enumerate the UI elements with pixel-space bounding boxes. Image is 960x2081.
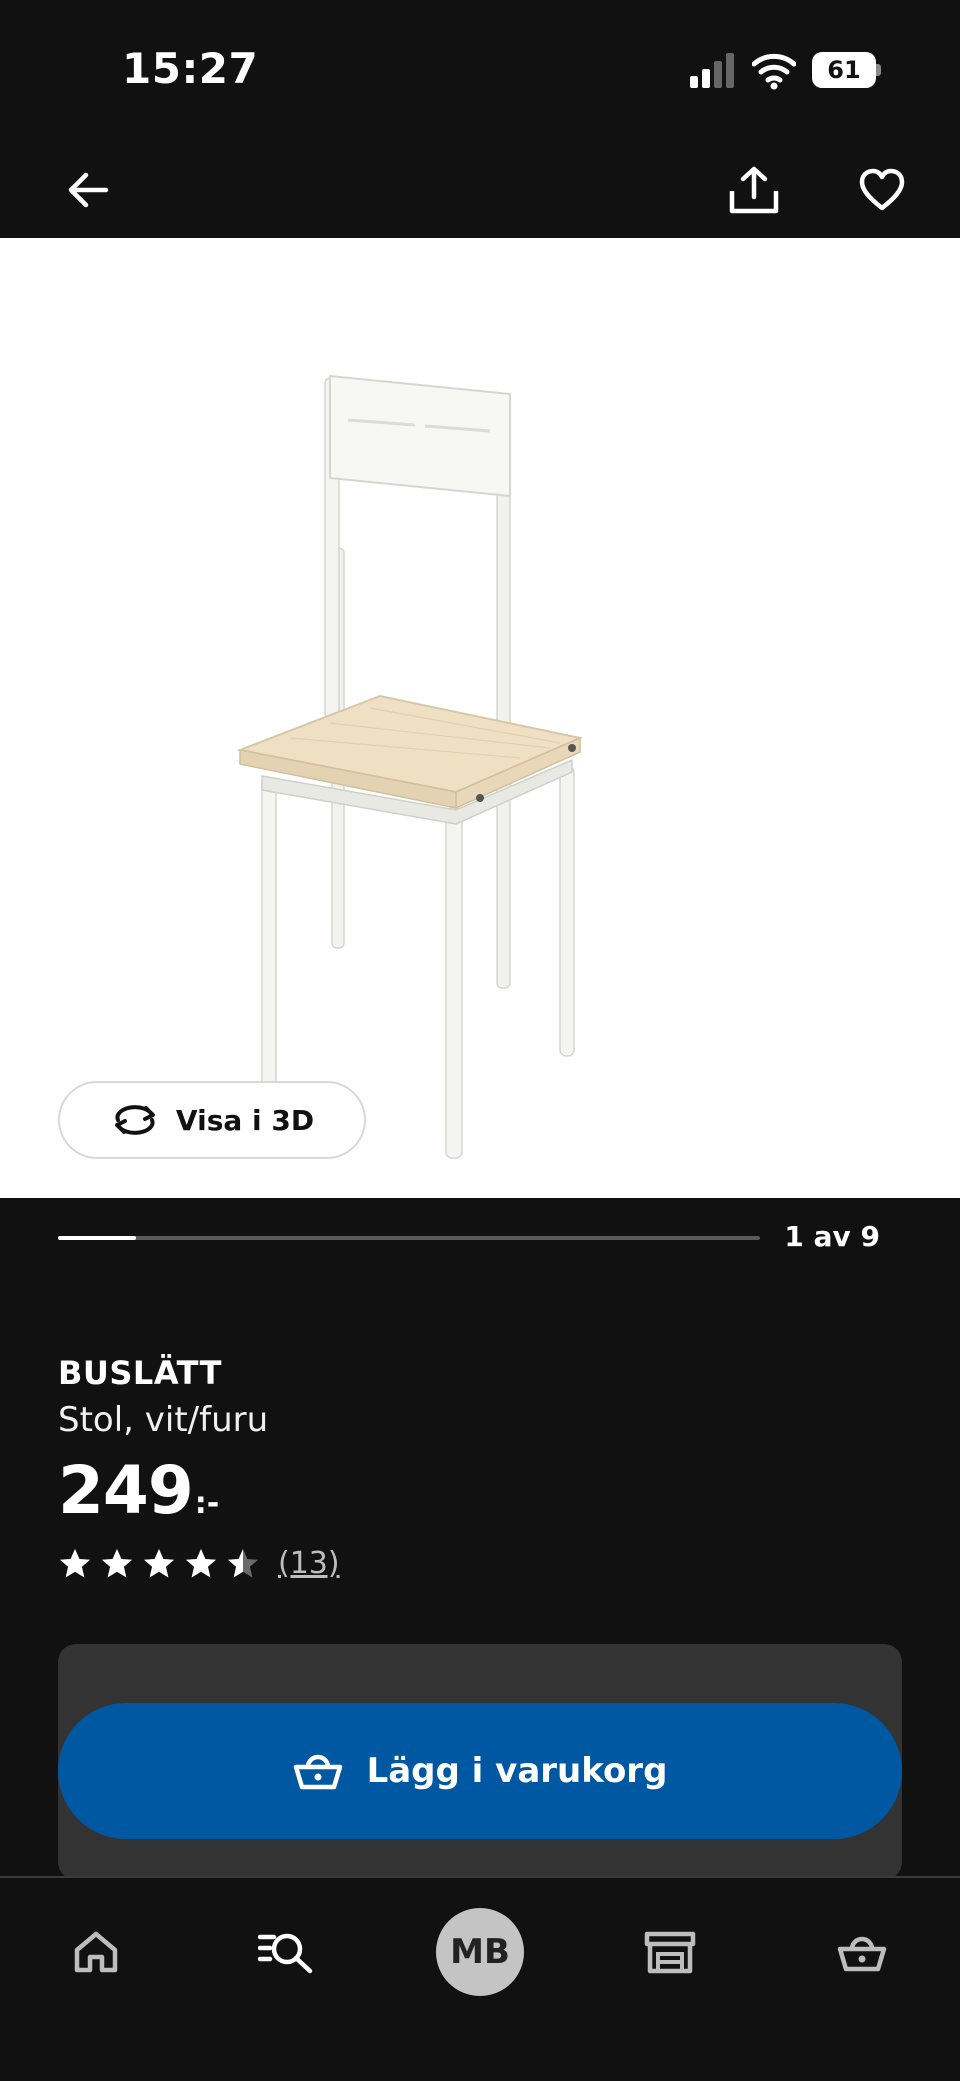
arrow-left-icon bbox=[68, 172, 109, 208]
share-button[interactable] bbox=[718, 154, 790, 226]
favorite-button[interactable] bbox=[846, 154, 918, 226]
basket-icon bbox=[837, 1936, 887, 1972]
top-navigation bbox=[0, 140, 960, 238]
gallery-progress-bar bbox=[58, 1236, 760, 1240]
product-name: BUSLÄTT bbox=[58, 1354, 222, 1392]
avatar: MB bbox=[436, 1908, 524, 1996]
star-full-icon bbox=[60, 1548, 90, 1577]
product-price: 249 :- bbox=[58, 1452, 219, 1529]
gallery-progress-fill bbox=[58, 1236, 136, 1240]
star-full-icon bbox=[186, 1548, 216, 1577]
star-full-icon bbox=[144, 1548, 174, 1577]
add-to-cart-label: Lägg i varukorg bbox=[366, 1751, 668, 1791]
store-icon bbox=[644, 1931, 696, 1974]
price-amount: 249 bbox=[58, 1452, 194, 1529]
avatar-initials: MB bbox=[450, 1932, 510, 1972]
bottom-tab-bar: MB bbox=[0, 1876, 960, 2081]
share-icon bbox=[729, 166, 779, 214]
review-count-link[interactable]: (13) bbox=[278, 1546, 340, 1581]
tab-stores[interactable] bbox=[620, 1902, 720, 2002]
tab-search[interactable] bbox=[236, 1902, 336, 2002]
star-half-icon bbox=[228, 1548, 258, 1577]
wifi-icon bbox=[752, 53, 796, 90]
view-in-3d-label: Visa i 3D bbox=[175, 1103, 315, 1137]
status-time: 15:27 bbox=[122, 44, 259, 93]
add-to-cart-button[interactable]: Lägg i varukorg bbox=[58, 1703, 902, 1839]
status-bar: 15:27 61 bbox=[0, 0, 960, 140]
chair-product-image bbox=[236, 374, 584, 1159]
tab-home[interactable] bbox=[46, 1902, 146, 2002]
back-button[interactable] bbox=[52, 154, 124, 226]
price-suffix: :- bbox=[194, 1486, 220, 1521]
cellular-signal-icon bbox=[690, 53, 734, 88]
product-image-gallery[interactable]: Visa i 3D bbox=[0, 238, 960, 1198]
rating-stars bbox=[58, 1547, 260, 1581]
product-description: Stol, vit/furu bbox=[58, 1400, 269, 1440]
search-list-icon bbox=[258, 1933, 313, 1974]
home-icon bbox=[74, 1931, 118, 1973]
tab-cart[interactable] bbox=[812, 1902, 912, 2002]
product-rating[interactable]: (13) bbox=[58, 1546, 340, 1581]
view-in-3d-button[interactable]: Visa i 3D bbox=[58, 1081, 366, 1159]
rotate-3d-icon bbox=[114, 1105, 155, 1135]
battery-icon: 61 bbox=[812, 52, 882, 88]
basket-icon bbox=[293, 1754, 342, 1790]
battery-level: 61 bbox=[827, 56, 861, 84]
star-full-icon bbox=[102, 1548, 132, 1577]
heart-icon bbox=[859, 168, 905, 211]
tab-profile[interactable]: MB bbox=[430, 1902, 530, 2002]
gallery-counter: 1 av 9 bbox=[784, 1220, 880, 1253]
